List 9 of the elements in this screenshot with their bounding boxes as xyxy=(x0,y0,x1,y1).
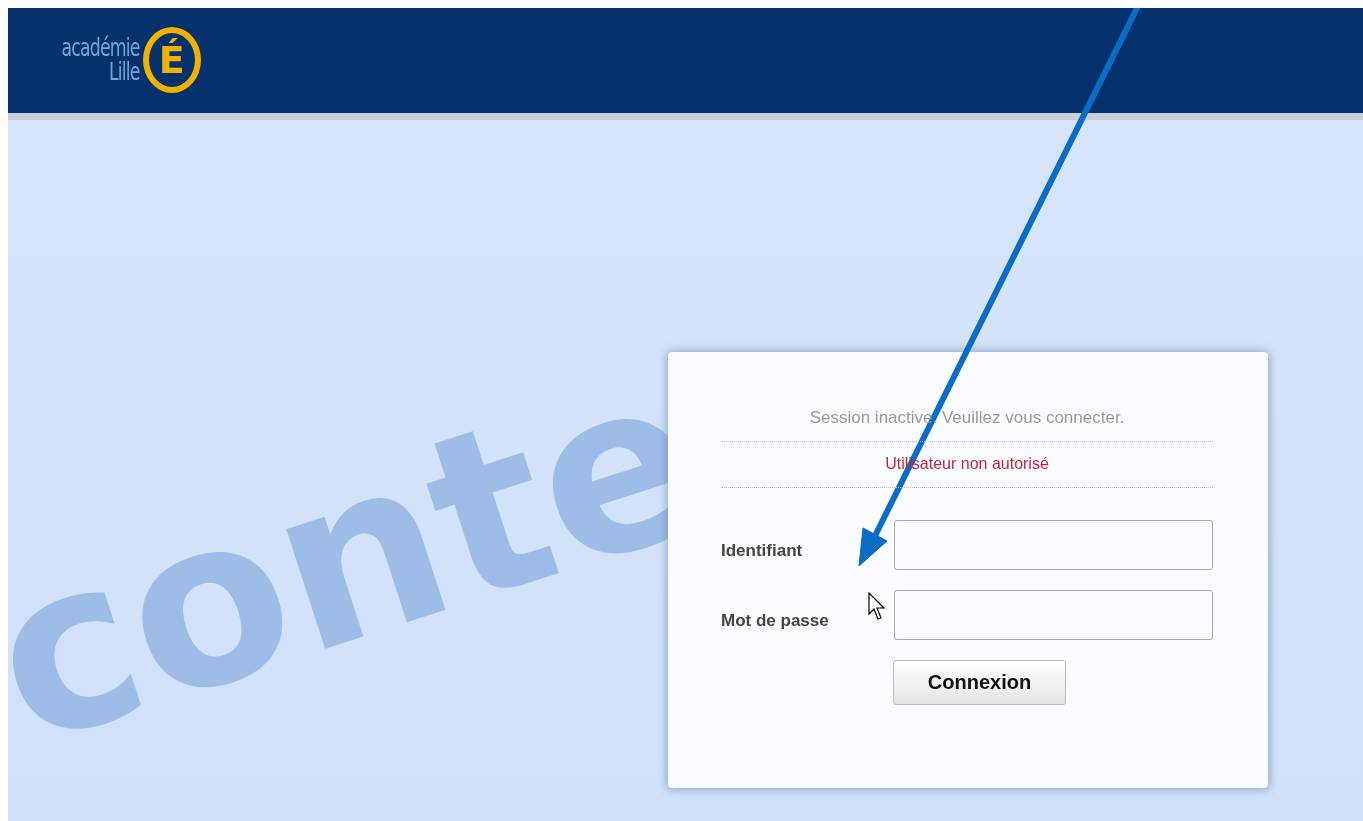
password-field[interactable] xyxy=(894,590,1213,640)
mouse-cursor-icon xyxy=(868,592,888,622)
logo-text: académie xyxy=(61,36,140,60)
field-label: Mot de passe xyxy=(721,610,829,631)
logo-text: Lille xyxy=(109,60,140,84)
login-button[interactable]: Connexion xyxy=(893,660,1066,705)
logo-emblem: É xyxy=(142,27,201,93)
username-field[interactable] xyxy=(894,520,1213,570)
field-label: Identifiant xyxy=(721,540,803,561)
